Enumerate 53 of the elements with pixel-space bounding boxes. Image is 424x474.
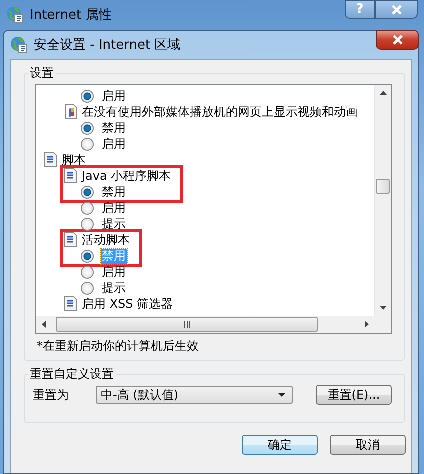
level-dropdown[interactable]: 中-高 (默认值) — [96, 386, 293, 404]
globe-icon — [6, 6, 24, 24]
script-document-icon — [63, 168, 79, 184]
scrollbar-thumb[interactable] — [376, 179, 390, 194]
option-label: 提示 — [101, 280, 127, 296]
media-document-icon — [63, 104, 79, 120]
option-label: 启用 — [101, 136, 127, 152]
radio-button[interactable] — [81, 90, 94, 102]
restart-note: *在重新启动你的计算机后生效 — [36, 338, 200, 355]
radio-button[interactable] — [81, 250, 94, 262]
script-document-icon — [63, 296, 79, 312]
scroll-down-icon — [380, 306, 386, 310]
scroll-up-icon — [380, 91, 386, 95]
setting-label: 启用 XSS 筛选器 — [81, 296, 174, 312]
close-icon — [390, 4, 402, 14]
setting-label: 活动脚本 — [81, 232, 131, 248]
dialog-button[interactable]: 取消 — [330, 435, 406, 455]
radio-button[interactable] — [81, 122, 94, 134]
settings-list[interactable]: 启用 在没有使用外部媒体播放机的网页上显示视频和动画 禁用 启用 脚本 Java 小程序脚本 禁用 启用 提示 活动脚本 禁用 启用 提示 启用 XSS 筛选器 — [35, 84, 392, 334]
close-button[interactable] — [376, 30, 419, 50]
field-label: 重置为 — [33, 386, 70, 404]
radio-button[interactable] — [81, 282, 94, 294]
scrollbar-thumb[interactable] — [56, 317, 318, 332]
setting-label: 在没有使用外部媒体播放机的网页上显示视频和动画 — [81, 104, 359, 120]
dropdown-arrow-icon — [278, 393, 286, 397]
option-label: 启用 — [101, 200, 127, 216]
vertical-scrollbar[interactable] — [374, 85, 391, 316]
horizontal-scrollbar[interactable] — [36, 316, 391, 333]
option-label: 禁用 — [101, 120, 127, 136]
setting-label: Java 小程序脚本 — [81, 168, 172, 184]
option-label: 启用 — [101, 88, 127, 104]
group-label: 重置自定义设置 — [29, 366, 115, 383]
dialog-button[interactable]: 确定 — [242, 435, 318, 455]
globe-icon — [10, 36, 28, 54]
radio-button[interactable] — [81, 218, 94, 230]
option-label: 启用 — [101, 264, 127, 280]
window-title: Internet 属性 — [30, 7, 112, 24]
grip-icon — [184, 321, 190, 328]
reset-button[interactable]: 重置(E)... — [316, 385, 392, 405]
script-document-icon — [43, 152, 59, 168]
radio-button[interactable] — [81, 138, 94, 150]
category-label: 脚本 — [61, 152, 87, 168]
option-label: 禁用 — [101, 248, 127, 264]
scroll-left-icon — [42, 321, 46, 328]
scroll-right-icon — [365, 321, 369, 328]
dialog-title: 安全设置 - Internet 区域 — [34, 37, 181, 54]
close-button[interactable] — [375, 0, 418, 19]
close-icon — [392, 35, 404, 45]
group-label: 设置 — [29, 65, 55, 82]
option-label: 禁用 — [101, 184, 127, 200]
radio-button[interactable] — [81, 186, 94, 198]
script-document-icon — [63, 232, 79, 248]
option-label: 提示 — [101, 216, 127, 232]
